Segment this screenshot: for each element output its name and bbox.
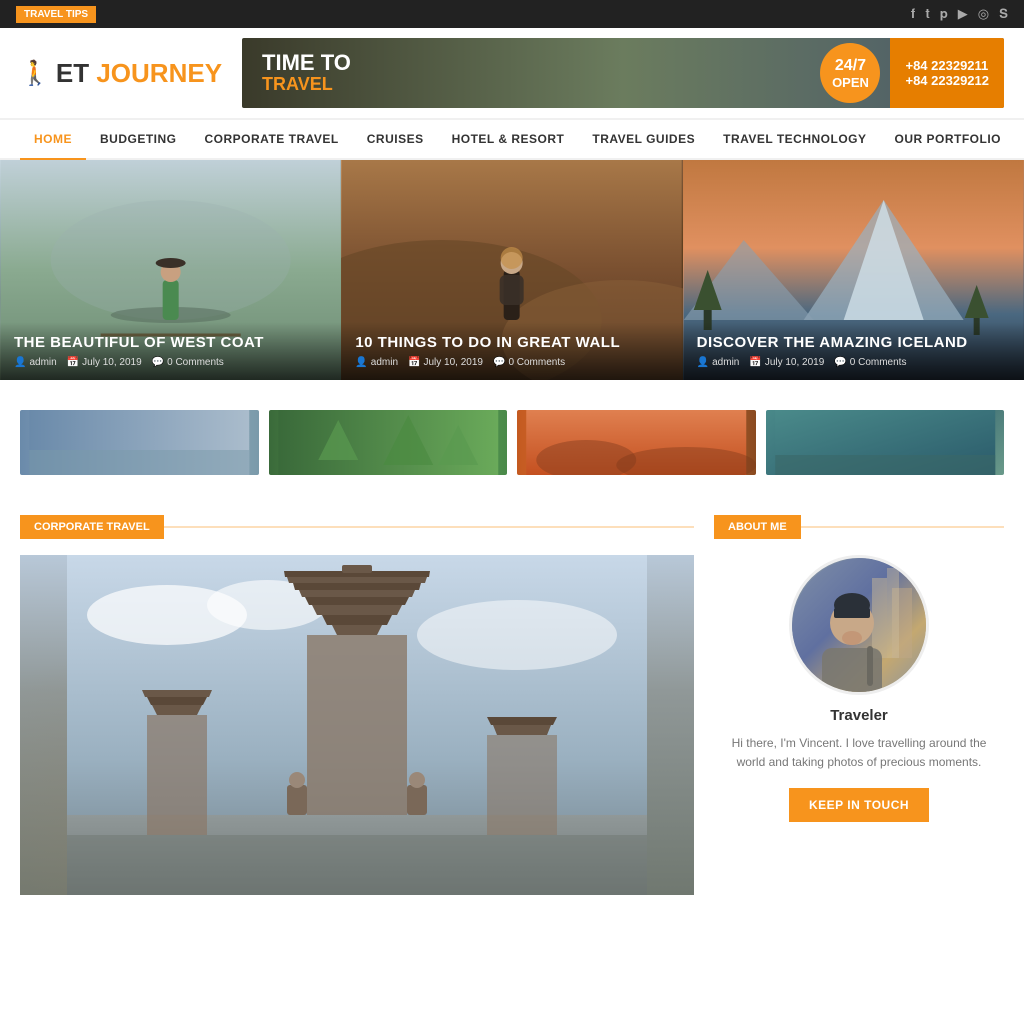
corporate-travel-badge: CORPORATE TRAVEL: [20, 515, 164, 539]
youtube-icon[interactable]: ▶: [958, 6, 968, 22]
thumb-4[interactable]: [766, 410, 1005, 475]
about-me-badge: ABOUT ME: [714, 515, 801, 539]
social-icons: 𝐟 𝐭 𝐩 ▶ ◎ 𝐒: [911, 6, 1008, 22]
thumb-3[interactable]: [517, 410, 756, 475]
left-column: CORPORATE TRAVEL: [20, 515, 694, 895]
section-divider-left: [164, 526, 694, 528]
hero-card-2-title: 10 THINGS TO DO IN GREAT WALL: [355, 334, 668, 351]
hero-card-3-author: 👤 admin: [697, 357, 740, 368]
main-nav: HOME BUDGETING CORPORATE TRAVEL CRUISES …: [0, 118, 1024, 160]
hero-card-1-author: 👤 admin: [14, 357, 57, 368]
banner-open-badge: 24/7 OPEN: [820, 43, 880, 103]
section-divider-right: [801, 526, 1004, 528]
logo-icon: 🚶: [20, 59, 50, 88]
nav-corporate-travel[interactable]: CORPORATE TRAVEL: [191, 120, 353, 158]
corporate-travel-header: CORPORATE TRAVEL: [20, 515, 694, 539]
logo[interactable]: 🚶 ET JOURNEY: [20, 58, 222, 89]
hero-card-1-meta: 👤 admin 📅 July 10, 2019 💬 0 Comments: [14, 357, 327, 368]
hero-card-2-overlay: 10 THINGS TO DO IN GREAT WALL 👤 admin 📅 …: [341, 322, 682, 380]
hero-card-3-title: DISCOVER THE AMAZING ICELAND: [697, 334, 1010, 351]
thumb-1[interactable]: [20, 410, 259, 475]
hero-card-2[interactable]: 10 THINGS TO DO IN GREAT WALL 👤 admin 📅 …: [341, 160, 682, 380]
travel-tips-badge[interactable]: TRAVEL TIPS: [16, 6, 96, 23]
hero-card-3-meta: 👤 admin 📅 July 10, 2019 💬 0 Comments: [697, 357, 1010, 368]
hero-card-2-comments: 💬 0 Comments: [493, 357, 565, 368]
hero-card-2-date: 📅 July 10, 2019: [408, 357, 483, 368]
main-content: CORPORATE TRAVEL: [0, 495, 1024, 915]
hero-card-3-comments: 💬 0 Comments: [834, 357, 906, 368]
nav-home[interactable]: HOME: [20, 120, 86, 160]
nav-hotel-resort[interactable]: HOTEL & RESORT: [438, 120, 579, 158]
traveler-label: Traveler: [714, 707, 1004, 724]
logo-text: ET JOURNEY: [56, 58, 222, 89]
facebook-icon[interactable]: 𝐟: [911, 6, 915, 22]
hero-card-1-title: THE BEAUTIFUL OF WEST COAT: [14, 334, 327, 351]
header: 🚶 ET JOURNEY TIME TO TRAVEL 24/7 OPEN +8…: [0, 28, 1024, 118]
top-bar: TRAVEL TIPS 𝐟 𝐭 𝐩 ▶ ◎ 𝐒: [0, 0, 1024, 28]
instagram-icon[interactable]: ◎: [978, 6, 989, 22]
about-bio: Hi there, I'm Vincent. I love travelling…: [714, 734, 1004, 772]
banner-text: TIME TO TRAVEL: [242, 42, 371, 105]
nav-travel-technology[interactable]: TRAVEL TECHNOLOGY: [709, 120, 880, 158]
hero-card-1[interactable]: THE BEAUTIFUL OF WEST COAT 👤 admin 📅 Jul…: [0, 160, 341, 380]
skype-icon[interactable]: 𝐒: [999, 6, 1008, 22]
keep-in-touch-button[interactable]: KEEP IN TOUCH: [789, 788, 929, 822]
avatar: [789, 555, 929, 695]
hero-card-1-date: 📅 July 10, 2019: [67, 357, 142, 368]
hero-card-2-author: 👤 admin: [355, 357, 398, 368]
hero-card-3-date: 📅 July 10, 2019: [749, 357, 824, 368]
nav-travel-guides[interactable]: TRAVEL GUIDES: [578, 120, 709, 158]
nav-budgeting[interactable]: BUDGETING: [86, 120, 191, 158]
banner: TIME TO TRAVEL 24/7 OPEN +84 22329211 +8…: [242, 38, 1004, 108]
nav-cruises[interactable]: CRUISES: [353, 120, 438, 158]
twitter-icon[interactable]: 𝐭: [925, 6, 929, 22]
featured-image[interactable]: [20, 555, 694, 895]
pinterest-icon[interactable]: 𝐩: [940, 6, 948, 22]
hero-card-3[interactable]: DISCOVER THE AMAZING ICELAND 👤 admin 📅 J…: [683, 160, 1024, 380]
about-me-section: Traveler Hi there, I'm Vincent. I love t…: [714, 555, 1004, 822]
nav-our-portfolio[interactable]: OUR PORTFOLIO: [881, 120, 1016, 158]
hero-card-1-overlay: THE BEAUTIFUL OF WEST COAT 👤 admin 📅 Jul…: [0, 322, 341, 380]
hero-card-2-meta: 👤 admin 📅 July 10, 2019 💬 0 Comments: [355, 357, 668, 368]
hero-section: THE BEAUTIFUL OF WEST COAT 👤 admin 📅 Jul…: [0, 160, 1024, 380]
about-me-header: ABOUT ME: [714, 515, 1004, 539]
hero-card-1-comments: 💬 0 Comments: [152, 357, 224, 368]
banner-phones: +84 22329211 +84 22329212: [890, 38, 1004, 108]
thumb-2[interactable]: [269, 410, 508, 475]
right-column: ABOUT ME: [714, 515, 1004, 895]
thumbnail-strip: [0, 380, 1024, 495]
hero-card-3-overlay: DISCOVER THE AMAZING ICELAND 👤 admin 📅 J…: [683, 322, 1024, 380]
